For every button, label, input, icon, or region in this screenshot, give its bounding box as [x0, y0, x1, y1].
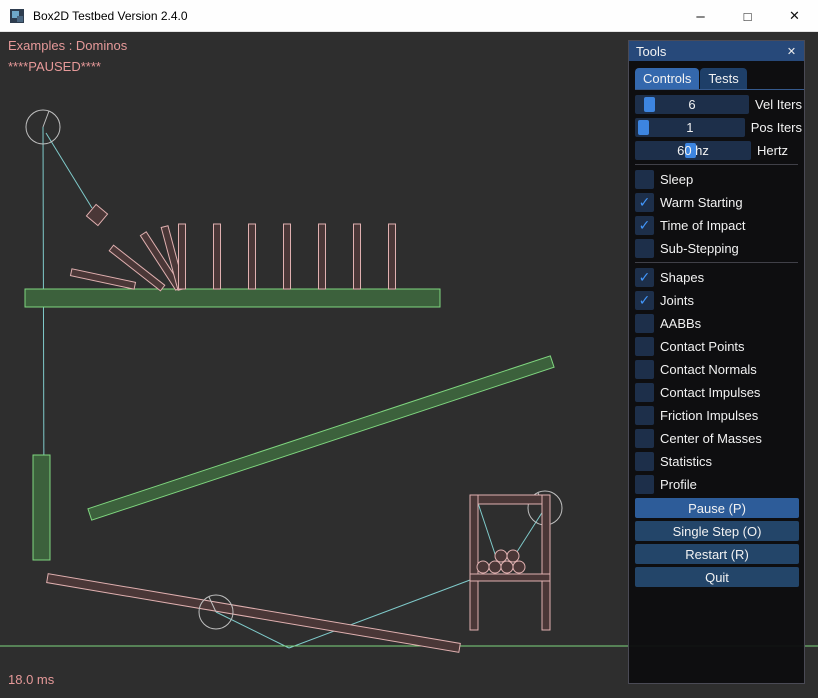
checkbox-contact-normals[interactable]: Contact Normals	[635, 360, 802, 379]
checkbox-box	[635, 452, 654, 471]
slider-label: Pos Iters	[751, 118, 802, 137]
checkbox-box: ✓	[635, 216, 654, 235]
checkbox-box	[635, 429, 654, 448]
tools-title-text: Tools	[636, 44, 666, 59]
separator	[635, 262, 798, 263]
checkbox-friction-impulses[interactable]: Friction Impulses	[635, 406, 802, 425]
checkbox-label: Joints	[660, 291, 694, 310]
checkbox-shapes[interactable]: ✓ Shapes	[635, 268, 802, 287]
checkbox-label: Contact Impulses	[660, 383, 760, 402]
quit-button[interactable]: Quit	[635, 567, 799, 587]
checkbox-box	[635, 314, 654, 333]
slider-label: Vel Iters	[755, 95, 802, 114]
close-button[interactable]: ✕	[771, 0, 818, 32]
checkbox-sub-stepping[interactable]: Sub-Stepping	[635, 239, 802, 258]
checkbox-label: Statistics	[660, 452, 712, 471]
checkbox-aabbs[interactable]: AABBs	[635, 314, 802, 333]
seesaw-plank	[47, 574, 461, 653]
checkbox-label: AABBs	[660, 314, 701, 333]
tools-close-icon[interactable]: ✕	[784, 44, 799, 59]
app-window: Box2D Testbed Version 2.4.0 – □ ✕	[0, 0, 818, 698]
checkbox-warm-starting[interactable]: ✓ Warm Starting	[635, 193, 802, 212]
tools-tabbar: Controls Tests	[635, 68, 804, 90]
checkbox-time-of-impact[interactable]: ✓ Time of Impact	[635, 216, 802, 235]
checkbox-label: Shapes	[660, 268, 704, 287]
slider-value: 1	[635, 118, 745, 137]
pos-iters-slider[interactable]: 1	[635, 118, 745, 137]
tools-content: 6 Vel Iters 1 Pos Iters 60 hz Hertz	[629, 90, 804, 587]
fallen-dominos	[70, 226, 184, 291]
checkbox-box	[635, 383, 654, 402]
checkbox-label: Contact Points	[660, 337, 745, 356]
frame-time-label: 18.0 ms	[8, 672, 54, 687]
checkbox-joints[interactable]: ✓ Joints	[635, 291, 802, 310]
checkbox-box: ✓	[635, 193, 654, 212]
checkbox-box: ✓	[635, 268, 654, 287]
pause-button[interactable]: Pause (P)	[635, 498, 799, 518]
vertical-block	[33, 455, 50, 560]
slider-value: 6	[635, 95, 749, 114]
checkbox-box	[635, 239, 654, 258]
checkbox-label: Warm Starting	[660, 193, 743, 212]
paused-label: ****PAUSED****	[8, 59, 101, 74]
checkbox-label: Profile	[660, 475, 697, 494]
check-mark: ✓	[639, 216, 651, 235]
example-label: Examples : Dominos	[8, 38, 127, 53]
window-titlebar[interactable]: Box2D Testbed Version 2.4.0 – □ ✕	[0, 0, 818, 32]
slider-row-hertz[interactable]: 60 hz Hertz	[635, 141, 802, 160]
slider-value: 60 hz	[635, 141, 751, 160]
check-mark: ✓	[639, 291, 651, 310]
tools-titlebar[interactable]: Tools ✕	[629, 41, 804, 61]
checkbox-box	[635, 406, 654, 425]
checkbox-label: Sub-Stepping	[660, 239, 739, 258]
checkbox-center-of-masses[interactable]: Center of Masses	[635, 429, 802, 448]
checkbox-contact-points[interactable]: Contact Points	[635, 337, 802, 356]
tools-window: Tools ✕ Controls Tests 6 Vel Iters 1	[628, 40, 805, 684]
window-title: Box2D Testbed Version 2.4.0	[33, 9, 188, 23]
checkbox-label: Center of Masses	[660, 429, 762, 448]
checkbox-label: Sleep	[660, 170, 693, 189]
slider-row-vel-iters[interactable]: 6 Vel Iters	[635, 95, 802, 114]
checkbox-label: Contact Normals	[660, 360, 757, 379]
separator	[635, 164, 798, 165]
cradle-balls	[477, 550, 525, 573]
slider-row-pos-iters[interactable]: 1 Pos Iters	[635, 118, 802, 137]
checkbox-box	[635, 337, 654, 356]
standing-dominos	[179, 224, 396, 289]
window-controls: – □ ✕	[677, 0, 818, 32]
checkbox-box	[635, 170, 654, 189]
checkbox-box: ✓	[635, 291, 654, 310]
tab-controls[interactable]: Controls	[635, 68, 699, 89]
check-mark: ✓	[639, 193, 651, 212]
vel-iters-slider[interactable]: 6	[635, 95, 749, 114]
restart-button[interactable]: Restart (R)	[635, 544, 799, 564]
tab-tests[interactable]: Tests	[700, 68, 746, 89]
check-mark: ✓	[639, 268, 651, 287]
maximize-button[interactable]: □	[724, 0, 771, 32]
domino-platform	[25, 289, 440, 307]
checkbox-label: Time of Impact	[660, 216, 745, 235]
checkbox-sleep[interactable]: Sleep	[635, 170, 802, 189]
checkbox-contact-impulses[interactable]: Contact Impulses	[635, 383, 802, 402]
slider-label: Hertz	[757, 141, 788, 160]
checkbox-box	[635, 475, 654, 494]
swinging-box	[86, 204, 107, 225]
checkbox-statistics[interactable]: Statistics	[635, 452, 802, 471]
hertz-slider[interactable]: 60 hz	[635, 141, 751, 160]
app-icon	[9, 8, 25, 24]
checkbox-box	[635, 360, 654, 379]
checkbox-profile[interactable]: Profile	[635, 475, 802, 494]
checkbox-label: Friction Impulses	[660, 406, 758, 425]
single-step-button[interactable]: Single Step (O)	[635, 521, 799, 541]
minimize-button[interactable]: –	[677, 0, 724, 36]
